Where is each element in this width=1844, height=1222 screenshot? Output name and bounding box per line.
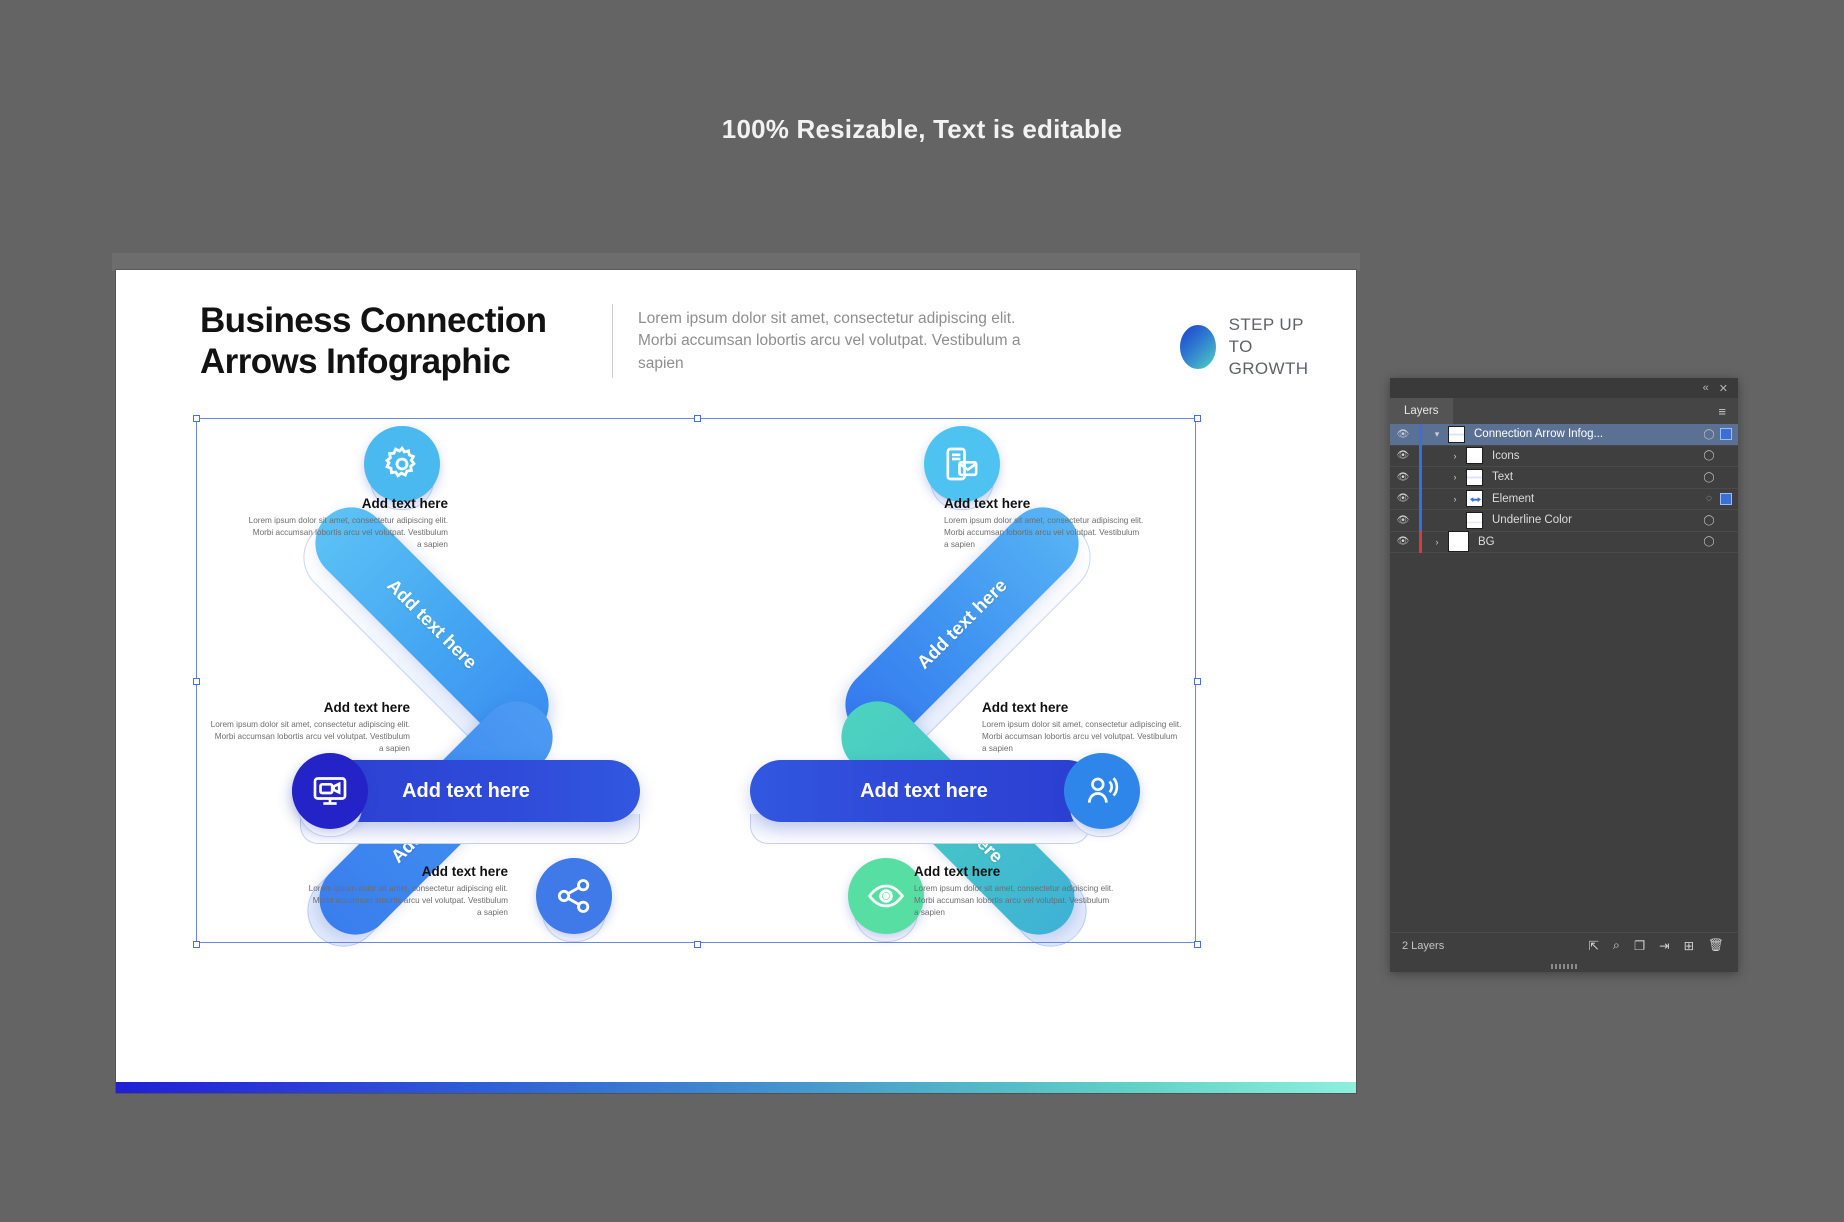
visibility-eye-icon[interactable]: 👁 bbox=[1390, 472, 1416, 483]
layer-color-swatch[interactable] bbox=[1720, 492, 1732, 505]
layer-thumbnail bbox=[1466, 447, 1483, 465]
close-icon[interactable]: ✕ bbox=[1719, 382, 1728, 395]
panel-titlebar: « ✕ bbox=[1390, 378, 1738, 398]
selection-handle[interactable] bbox=[1194, 678, 1201, 685]
layer-style-icon[interactable]: ◌ bbox=[1698, 493, 1720, 504]
page-title: Business Connection Arrows Infographic bbox=[200, 300, 547, 383]
visibility-eye-icon[interactable]: 👁 bbox=[1390, 493, 1416, 504]
selection-handle[interactable] bbox=[1194, 415, 1201, 422]
layer-name: BG bbox=[1478, 535, 1495, 548]
chevron-right-icon[interactable]: › bbox=[1426, 537, 1448, 547]
layer-thumbnail bbox=[1466, 490, 1483, 508]
selection-handle[interactable] bbox=[1194, 941, 1201, 948]
layer-name: Text bbox=[1492, 471, 1514, 484]
layer-row[interactable]: 👁 Underline Color ◯ bbox=[1390, 509, 1738, 532]
chevron-right-icon[interactable]: › bbox=[1444, 451, 1466, 461]
layer-name: Connection Arrow Infog... bbox=[1474, 428, 1604, 441]
layer-list[interactable]: 👁 ▾ Connection Arrow Infog... ◯ 👁 › Icon… bbox=[1390, 423, 1738, 553]
artboard[interactable]: Business Connection Arrows Infographic L… bbox=[116, 270, 1356, 1093]
tab-layers[interactable]: Layers bbox=[1390, 398, 1453, 424]
selection-handle[interactable] bbox=[193, 678, 200, 685]
layer-thumbnail bbox=[1466, 468, 1483, 486]
layer-count-label: 2 Layers bbox=[1402, 939, 1445, 952]
expand-icon[interactable]: ⇱ bbox=[1588, 938, 1598, 953]
logo-line1: STEP UP bbox=[1228, 315, 1304, 334]
link-indicator bbox=[1416, 509, 1426, 531]
layer-thumbnail bbox=[1448, 531, 1469, 553]
selection-bounding-box[interactable] bbox=[193, 415, 1201, 948]
selection-handle[interactable] bbox=[193, 415, 200, 422]
layer-style-icon[interactable]: ◯ bbox=[1698, 429, 1720, 440]
header-subtitle: Lorem ipsum dolor sit amet, consectetur … bbox=[638, 310, 1021, 372]
visibility-eye-icon[interactable]: 👁 bbox=[1390, 515, 1416, 526]
panel-menu-icon[interactable]: ≡ bbox=[1718, 404, 1738, 419]
layer-style-icon[interactable]: ◯ bbox=[1698, 515, 1720, 526]
header-divider bbox=[612, 304, 613, 378]
visibility-eye-icon[interactable]: 👁 bbox=[1390, 536, 1416, 547]
logo-sphere-icon bbox=[1180, 325, 1216, 370]
layers-panel[interactable]: « ✕ Layers ≡ 👁 ▾ Connection Arrow Infog.… bbox=[1390, 378, 1738, 972]
collapse-icon[interactable]: « bbox=[1703, 382, 1709, 394]
link-indicator bbox=[1416, 531, 1426, 553]
panel-resize-grip[interactable] bbox=[1551, 964, 1577, 969]
artboard-shadow bbox=[112, 253, 1360, 271]
layer-row[interactable]: 👁 › BG ◯ bbox=[1390, 531, 1738, 553]
link-indicator bbox=[1416, 466, 1426, 488]
chevron-right-icon[interactable]: › bbox=[1444, 472, 1466, 482]
link-indicator bbox=[1416, 488, 1426, 510]
layer-row[interactable]: 👁 › Text ◯ bbox=[1390, 466, 1738, 489]
link-indicator bbox=[1416, 445, 1426, 467]
logo-text: STEP UP TO GROWTH bbox=[1229, 314, 1317, 380]
layer-row[interactable]: 👁 ▾ Connection Arrow Infog... ◯ bbox=[1390, 423, 1738, 446]
duplicate-icon[interactable]: ❐ bbox=[1634, 938, 1645, 953]
layer-name: Underline Color bbox=[1492, 514, 1572, 527]
delete-icon[interactable]: 🗑 bbox=[1708, 938, 1724, 953]
chevron-right-icon[interactable]: › bbox=[1444, 494, 1466, 504]
underline-gradient-strip bbox=[116, 1082, 1356, 1093]
layer-name: Element bbox=[1492, 492, 1535, 505]
move-into-icon[interactable]: ⇥ bbox=[1659, 938, 1669, 953]
layer-row[interactable]: 👁 › Icons ◯ bbox=[1390, 445, 1738, 467]
layer-row[interactable]: 👁 › Element ◌ bbox=[1390, 488, 1738, 510]
panel-footer: 2 Layers ⇱ ⌕ ❐ ⇥ ⊞ 🗑 bbox=[1390, 932, 1738, 958]
layer-style-icon[interactable]: ◯ bbox=[1698, 472, 1720, 483]
layer-style-icon[interactable]: ◯ bbox=[1698, 450, 1720, 461]
search-icon[interactable]: ⌕ bbox=[1613, 938, 1620, 953]
chevron-down-icon[interactable]: ▾ bbox=[1426, 429, 1448, 440]
add-layer-icon[interactable]: ⊞ bbox=[1684, 938, 1694, 953]
layer-name: Icons bbox=[1492, 449, 1520, 462]
page-title-line1: Business Connection bbox=[200, 301, 547, 340]
selection-handle[interactable] bbox=[694, 415, 701, 422]
panel-tab-strip: Layers ≡ bbox=[1390, 398, 1738, 424]
screen: 100% Resizable, Text is editable Busines… bbox=[0, 0, 1844, 1222]
artboard-header: Business Connection Arrows Infographic L… bbox=[200, 300, 1308, 390]
layer-color-swatch[interactable] bbox=[1720, 428, 1732, 441]
layer-style-icon[interactable]: ◯ bbox=[1698, 536, 1720, 547]
page-caption: 100% Resizable, Text is editable bbox=[721, 114, 1123, 144]
brand-logo: STEP UP TO GROWTH bbox=[1180, 314, 1317, 380]
page-title-line2: Arrows Infographic bbox=[200, 342, 511, 382]
logo-line2: TO GROWTH bbox=[1228, 337, 1309, 379]
layer-thumbnail bbox=[1466, 511, 1483, 529]
layer-thumbnail bbox=[1448, 425, 1465, 443]
selection-handle[interactable] bbox=[193, 941, 200, 948]
link-indicator bbox=[1416, 423, 1426, 445]
panel-footer-icons: ⇱ ⌕ ❐ ⇥ ⊞ 🗑 bbox=[1588, 938, 1738, 953]
selection-handle[interactable] bbox=[694, 941, 701, 948]
visibility-eye-icon[interactable]: 👁 bbox=[1390, 450, 1416, 461]
visibility-eye-icon[interactable]: 👁 bbox=[1390, 429, 1416, 440]
